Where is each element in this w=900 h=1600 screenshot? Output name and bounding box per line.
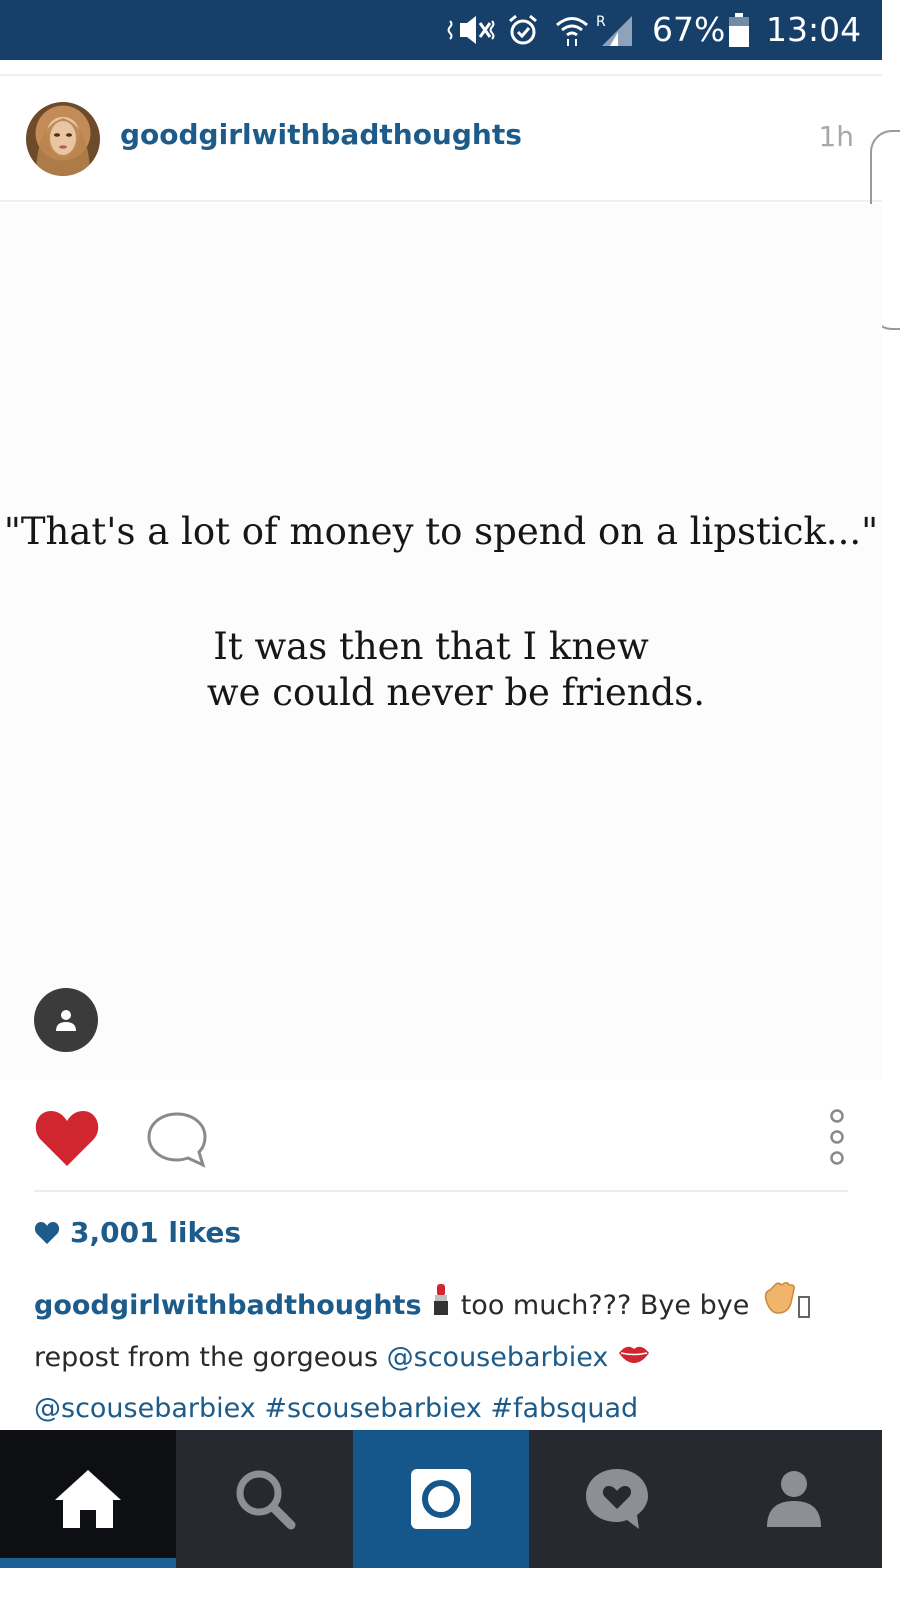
more-vertical-icon [830, 1109, 844, 1165]
battery-percentage: 67% [652, 10, 726, 49]
image-quote-line2: It was then that I knew [213, 625, 649, 668]
search-icon [236, 1470, 296, 1530]
person-icon [56, 1010, 76, 1031]
nav-camera[interactable] [352, 1430, 530, 1568]
comment-icon [147, 1112, 207, 1168]
mute-icon [446, 12, 496, 48]
lipstick-emoji-icon [430, 1280, 452, 1333]
nav-search[interactable] [176, 1430, 352, 1568]
camera-icon [410, 1469, 471, 1529]
post-username[interactable]: goodgirlwithbadthoughts [120, 118, 522, 151]
likes-row[interactable]: 3,001 likes [34, 1216, 241, 1249]
post-header: goodgirlwithbadthoughts 1h [0, 74, 882, 202]
likes-count: 3,001 likes [70, 1216, 242, 1249]
signal-roaming-icon: R [594, 12, 634, 48]
bottom-nav [0, 1430, 882, 1568]
kiss-lips-emoji-icon [617, 1334, 651, 1384]
like-button[interactable] [34, 1108, 100, 1168]
hashtag-link[interactable]: #scousebarbiex [264, 1393, 481, 1424]
hashtag-link[interactable]: #fabsquad [490, 1393, 638, 1424]
post-time: 1h [818, 120, 854, 153]
mention-link[interactable]: @scousebarbiex [387, 1342, 609, 1373]
alarm-icon [506, 12, 540, 48]
nav-activity[interactable] [529, 1430, 705, 1568]
more-options-button[interactable] [826, 1106, 848, 1168]
post-actions [34, 1102, 848, 1192]
post-image[interactable]: "That's a lot of money to spend on a lip… [0, 204, 882, 1080]
image-quote-line3: we could never be friends. [206, 671, 706, 714]
clock: 13:04 [766, 10, 862, 49]
svg-text:R: R [596, 14, 606, 30]
waving-hand-emoji-icon [758, 1280, 798, 1333]
heart-icon [35, 1111, 99, 1166]
caption-text-1: too much??? Bye bye [452, 1290, 758, 1321]
wifi-icon [554, 12, 590, 48]
home-icon [55, 1470, 122, 1528]
post-caption: goodgirlwithbadthoughts too much??? Bye … [34, 1280, 854, 1434]
battery-icon [726, 12, 752, 48]
nav-profile[interactable] [706, 1430, 882, 1568]
comment-button[interactable] [146, 1110, 208, 1168]
activity-icon [586, 1469, 649, 1529]
image-quote-line1: "That's a lot of money to spend on a lip… [3, 510, 879, 553]
status-bar: R 67% 13:04 [0, 0, 882, 60]
avatar[interactable] [26, 102, 100, 176]
small-heart-icon [34, 1221, 60, 1244]
mention-link[interactable]: @scousebarbiex [34, 1393, 256, 1424]
caption-username[interactable]: goodgirlwithbadthoughts [34, 1290, 422, 1321]
profile-icon [766, 1471, 821, 1527]
caption-text-2: repost from the gorgeous [34, 1342, 387, 1373]
missing-glyph-icon [797, 1295, 810, 1318]
nav-home[interactable] [0, 1430, 177, 1568]
tagged-people-button[interactable] [34, 988, 98, 1052]
image-quote-lines: It was then that I knew we could never b… [0, 624, 882, 716]
